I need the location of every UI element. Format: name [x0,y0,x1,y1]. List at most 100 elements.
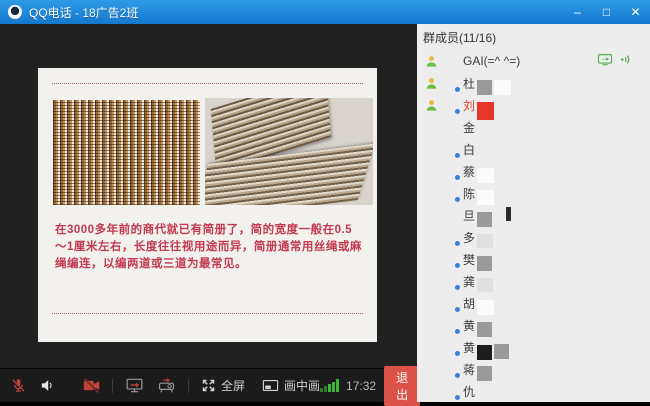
window-controls: – □ ✕ [563,0,650,24]
redacted-name-blocks [475,315,492,335]
member-name: 多 [463,229,475,246]
avatar [443,185,459,201]
slide-images [53,98,373,205]
member-panel: 群成员(11/16) GAI(=^ ^=) [417,24,650,402]
member-name: 刘 [463,97,475,114]
avatar [443,163,459,179]
redacted-name-blocks [475,183,494,203]
signal-bars-icon [320,379,340,392]
member-row[interactable]: 蒋 [417,358,650,380]
mobile-badge-icon [454,196,461,203]
member-row[interactable]: 多 [417,226,650,248]
presentation-slide: 在3000多年前的商代就已有简册了，简的宽度一般在0.5～1厘米左右，长度往往视… [38,68,377,342]
pip-icon [262,378,279,393]
mobile-badge-icon [454,284,461,291]
member-row[interactable]: GAI(=^ ^=) [417,50,650,72]
pip-button[interactable]: 画中画 [262,377,320,394]
redacted-name-blocks [475,228,493,247]
screen-share-icon [125,377,144,394]
shared-screen-area: 在3000多年前的商代就已有简册了，简的宽度一般在0.5～1厘米左右，长度往往视… [0,24,417,402]
redacted-name-blocks [475,161,494,181]
call-toolbar: 全屏 画中画 17:32 退出 [0,368,417,402]
qq-logo-icon [8,5,22,19]
member-name: 金 [463,119,475,136]
member-row[interactable]: 杜 [417,72,650,94]
title-bar: QQ电话 - 18广告2班 – □ ✕ [0,0,650,24]
member-list: GAI(=^ ^=) 杜 [417,50,650,402]
member-row[interactable]: 陈 [417,182,650,204]
speaker-button[interactable] [39,377,56,394]
close-button[interactable]: ✕ [621,0,650,24]
member-row[interactable]: 樊 [417,248,650,270]
avatar [443,53,459,69]
member-row[interactable]: 刘 [417,94,650,116]
member-row[interactable]: 黄 [417,336,650,358]
screen-share-button[interactable] [125,377,144,394]
avatar [443,207,459,223]
avatar [443,361,459,377]
member-name: 黄 [463,339,475,356]
microphone-muted-button[interactable] [10,377,27,394]
redacted-name-blocks [475,337,509,357]
member-row[interactable]: 旦 [417,204,650,226]
member-row[interactable]: 仇 [417,380,650,402]
speaking-audio-icon [619,53,632,66]
in-call-presence-icon [425,55,438,68]
member-name: 陈 [463,185,475,202]
camera-muted-button[interactable] [82,377,101,394]
redacted-name-blocks [475,293,494,313]
avatar [443,119,459,135]
redacted-name-blocks [475,94,494,117]
speaker-icon [39,377,56,394]
member-row[interactable]: 胡 [417,292,650,314]
window-title: QQ电话 - 18广告2班 [29,4,138,21]
toolbar-separator [188,379,189,393]
member-row[interactable]: 金 [417,116,650,138]
mobile-badge-icon [454,108,461,115]
member-row[interactable]: 白 [417,138,650,160]
mobile-badge-icon [454,240,461,247]
member-row[interactable]: 蔡 [417,160,650,182]
exit-button[interactable]: 退出 [384,366,420,406]
member-name: 蔡 [463,163,475,180]
slide-divider-bottom [52,313,363,314]
avatar [443,251,459,267]
in-call-presence-icon [425,77,438,90]
fullscreen-label: 全屏 [221,377,245,394]
microphone-muted-icon [10,377,27,394]
fullscreen-icon [201,378,216,393]
mobile-badge-icon [454,306,461,313]
mobile-badge-icon [454,152,461,159]
mobile-badge-icon [454,394,461,401]
in-call-presence-icon [425,99,438,112]
member-name: 杜 [463,75,475,92]
slide-body-text: 在3000多年前的商代就已有简册了，简的宽度一般在0.5～1厘米左右，长度往往视… [55,222,363,273]
projector-button[interactable] [157,377,176,394]
minimize-button[interactable]: – [563,0,592,24]
avatar [443,339,459,355]
member-name: 胡 [463,295,475,312]
avatar [443,273,459,289]
member-row[interactable]: 龚 [417,270,650,292]
member-name: 仇 [463,383,475,400]
redacted-name-blocks [475,205,511,225]
redacted-name-blocks [475,73,511,93]
member-name: 白 [463,141,475,158]
video-stage: 在3000多年前的商代就已有简册了，简的宽度一般在0.5～1厘米左右，长度往往视… [0,24,417,368]
slide-divider-top [52,83,363,84]
member-name: 蒋 [463,361,475,378]
projector-icon [157,377,176,394]
avatar [443,97,459,113]
maximize-button[interactable]: □ [592,0,621,24]
member-name: 旦 [463,207,475,224]
call-duration: 17:32 [346,379,376,393]
member-row[interactable]: 黄 [417,314,650,336]
avatar [443,383,459,399]
toolbar-separator [112,379,113,393]
mobile-badge-icon [454,372,461,379]
avatar [443,229,459,245]
screen-sharing-active-icon [597,53,613,66]
redacted-name-blocks [475,272,493,291]
fullscreen-button[interactable]: 全屏 [201,377,245,394]
qq-call-window: QQ电话 - 18广告2班 – □ ✕ 在3000多年前的商代就已有简册了，简的… [0,0,650,402]
